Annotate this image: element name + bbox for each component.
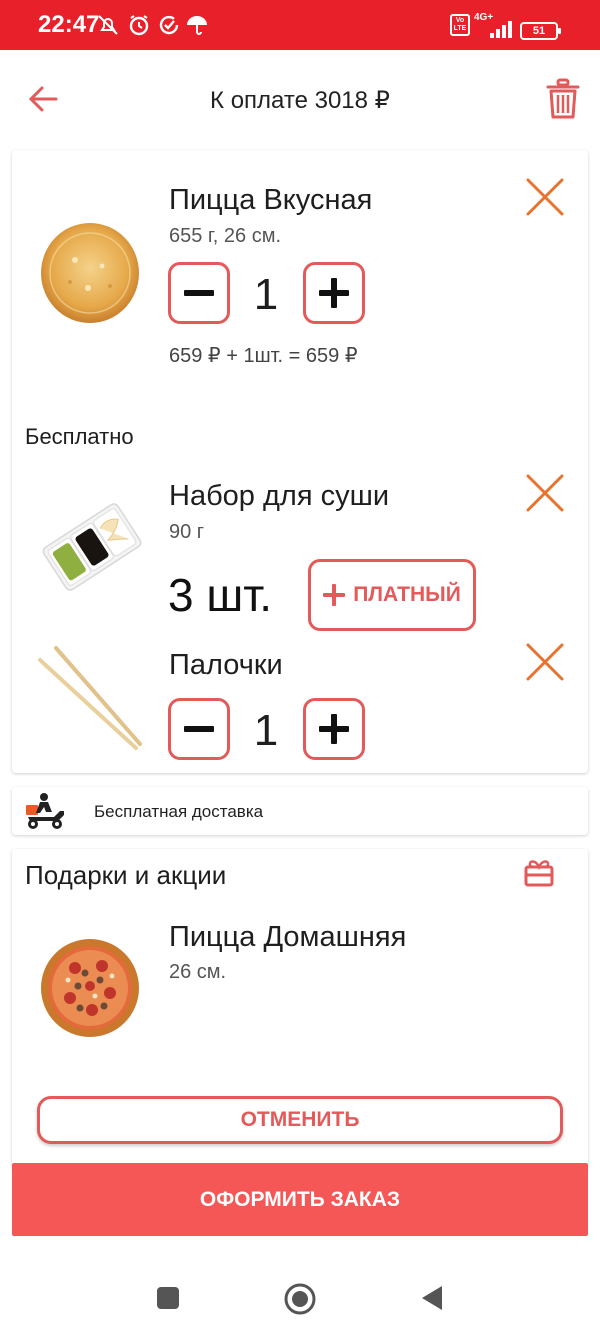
plus-icon [319,278,349,308]
quantity-value: 1 [253,706,279,755]
gift-item-details: 26 см. [169,961,227,983]
plus-icon [319,714,349,744]
add-paid-button[interactable]: ПЛАТНЫЙ [308,559,476,631]
free-item-name: Палочки [169,649,283,681]
plus-icon [323,584,346,606]
muted-bell-icon [95,12,121,38]
umbrella-icon [184,12,210,38]
battery-icon: 51 [520,22,561,40]
free-item-count: 3 шт. [168,569,273,621]
decrease-quantity-button[interactable] [168,262,230,324]
delivery-scooter-icon [26,793,64,829]
quantity-value: 1 [253,270,279,319]
increase-quantity-button[interactable] [303,262,365,324]
price-calculation: 659 ₽ + 1шт. = 659 ₽ [169,345,358,367]
minus-icon [184,726,214,732]
decrease-quantity-button[interactable] [168,698,230,760]
add-paid-label: ПЛАТНЫЙ [353,583,461,606]
pizza-domashnyaya-image [41,939,139,1037]
gift-icon[interactable] [523,857,555,887]
system-nav-bar [0,1262,600,1332]
gifts-title: Подарки и акции [25,860,227,890]
free-section-label: Бесплатно [25,424,134,449]
minus-icon [184,290,214,296]
back-triangle-icon[interactable] [420,1285,444,1311]
remove-item-icon[interactable] [525,177,565,217]
delivery-label: Бесплатная доставка [94,802,264,821]
cart-item-details: 655 г, 26 см. [169,225,282,247]
free-item-details: 90 г [169,521,205,543]
cart-item-name: Пицца Вкусная [169,184,373,216]
app-header: К оплате 3018 ₽ [0,50,600,148]
place-order-button[interactable]: ОФОРМИТЬ ЗАКАЗ [12,1163,588,1236]
signal-icon [490,20,512,38]
alarm-icon [126,12,152,38]
page-title: К оплате 3018 ₽ [210,87,390,114]
delivery-banner: Бесплатная доставка [12,787,588,835]
chopsticks-image [38,646,142,750]
recent-apps-icon[interactable] [156,1286,180,1310]
home-icon[interactable] [283,1282,317,1316]
volte-icon: Vo LTE [450,14,470,36]
status-bar: 22:47 Vo LTE 4G+ 51 [0,0,600,50]
trash-icon[interactable] [546,78,580,120]
pizza-vkusnaya-image [41,223,139,323]
free-item-name: Набор для суши [169,480,390,512]
status-time: 22:47 [38,11,100,38]
cancel-button[interactable]: ОТМЕНИТЬ [37,1096,563,1144]
sushi-set-image [42,503,142,591]
remove-item-icon[interactable] [525,642,565,682]
remove-item-icon[interactable] [525,473,565,513]
gift-item-name: Пицца Домашняя [169,921,407,953]
increase-quantity-button[interactable] [303,698,365,760]
sync-check-icon [156,12,182,38]
